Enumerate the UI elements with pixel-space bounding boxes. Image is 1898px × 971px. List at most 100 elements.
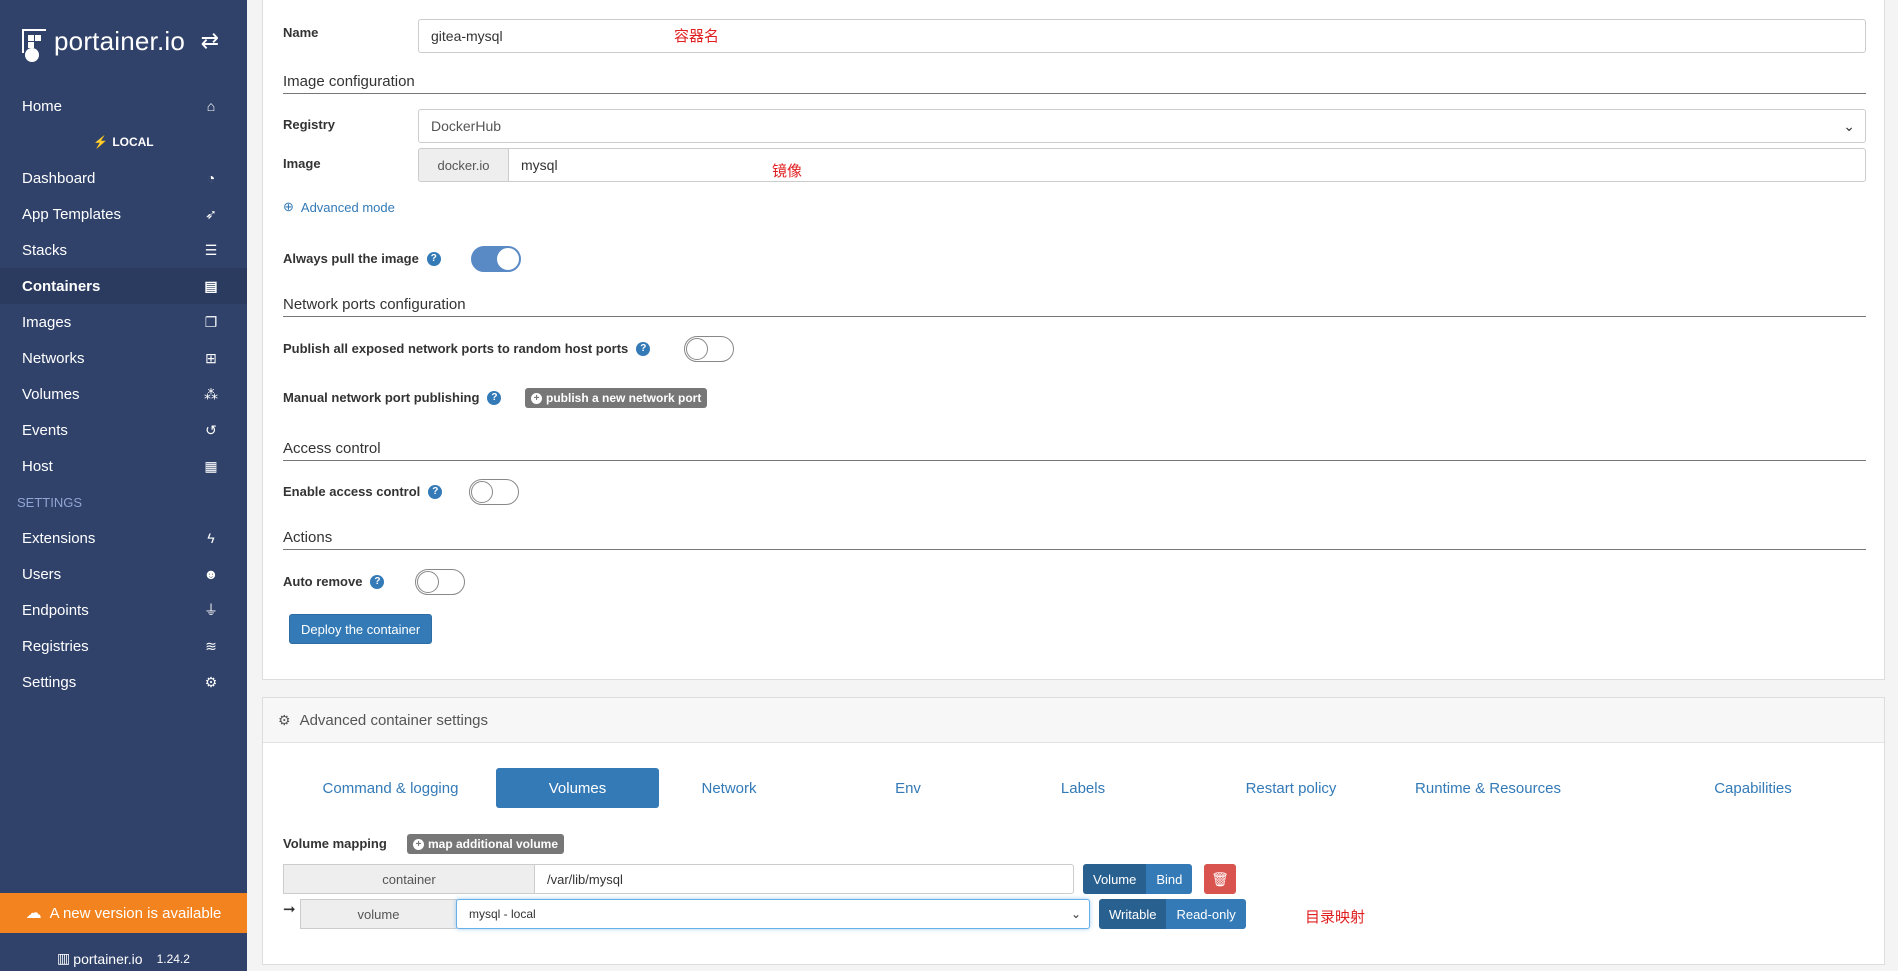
container-path-addon: container bbox=[283, 864, 535, 894]
sidebar-item-host[interactable]: Host ▦ bbox=[0, 448, 247, 484]
endpoint-label: ⚡ LOCAL bbox=[93, 135, 154, 149]
plug-icon: ⚡ bbox=[93, 135, 109, 149]
sidebar-item-extensions[interactable]: Extensions ϟ bbox=[0, 520, 247, 556]
volume-type-button[interactable]: Volume bbox=[1083, 864, 1147, 894]
portainer-small-icon: ▥ bbox=[57, 950, 71, 966]
access-control-toggle[interactable] bbox=[469, 479, 519, 505]
sidebar-item-label: Dashboard bbox=[22, 169, 96, 187]
name-input[interactable]: gitea-mysql bbox=[418, 19, 1866, 53]
image-input[interactable]: mysql bbox=[508, 148, 1866, 182]
registry-select[interactable]: DockerHub ⌄ bbox=[418, 109, 1866, 143]
cog-icon: ⚙ bbox=[278, 711, 291, 728]
sidebar-item-images[interactable]: Images ❐ bbox=[0, 304, 247, 340]
question-circle-icon[interactable]: ? bbox=[487, 390, 502, 405]
publish-new-port-button[interactable]: + publish a new network port bbox=[525, 388, 708, 408]
sidebar-item-app-templates[interactable]: App Templates ➶ bbox=[0, 196, 247, 232]
question-circle-icon[interactable]: ? bbox=[370, 574, 385, 589]
sidebar-item-label: Networks bbox=[22, 349, 85, 367]
version-label: 1.24.2 bbox=[156, 951, 190, 966]
update-notice-text: A new version is available bbox=[49, 904, 222, 922]
writable-button[interactable]: Writable bbox=[1099, 899, 1167, 929]
sidebar-item-home[interactable]: Home ⌂ bbox=[0, 88, 247, 124]
tab-env[interactable]: Env bbox=[883, 768, 933, 808]
advanced-mode-text: Advanced mode bbox=[300, 199, 395, 215]
question-circle-icon[interactable]: ? bbox=[426, 251, 441, 266]
tab-capabilities[interactable]: Capabilities bbox=[1703, 768, 1803, 808]
sidebar-item-label: Stacks bbox=[22, 241, 68, 259]
volume-select[interactable]: mysql - local ⌄ bbox=[456, 899, 1090, 929]
update-notice[interactable]: ☁ A new version is available bbox=[0, 893, 247, 933]
chevron-down-icon: ⌄ bbox=[1070, 907, 1081, 921]
sidebar-item-registries[interactable]: Registries ≋ bbox=[0, 628, 247, 664]
sidebar-item-label: Volumes bbox=[22, 385, 80, 403]
question-circle-icon[interactable]: ? bbox=[428, 484, 443, 499]
name-annotation: 容器名 bbox=[674, 28, 720, 45]
tab-restart-policy[interactable]: Restart policy bbox=[1221, 768, 1361, 808]
th-icon: ▦ bbox=[204, 457, 218, 474]
toggle-knob bbox=[471, 481, 493, 503]
bind-type-button[interactable]: Bind bbox=[1146, 864, 1193, 894]
sitemap-icon: ⊞ bbox=[205, 349, 217, 366]
question-circle-icon[interactable]: ? bbox=[636, 341, 651, 356]
sidebar-item-containers[interactable]: Containers ▤ bbox=[0, 268, 247, 304]
tab-network[interactable]: Network bbox=[689, 768, 769, 808]
sidebar-item-stacks[interactable]: Stacks ☰ bbox=[0, 232, 247, 268]
registry-row: Registry bbox=[283, 117, 335, 132]
read-only-button[interactable]: Read-only bbox=[1166, 899, 1246, 929]
history-icon: ↺ bbox=[205, 421, 217, 438]
always-pull-toggle[interactable] bbox=[471, 246, 521, 272]
swap-icon[interactable]: ⇄ bbox=[201, 28, 219, 54]
sidebar-item-label: App Templates bbox=[22, 205, 121, 223]
sidebar-item-networks[interactable]: Networks ⊞ bbox=[0, 340, 247, 376]
plus-circle-icon: + bbox=[413, 838, 424, 850]
tab-labels[interactable]: Labels bbox=[1043, 768, 1123, 808]
map-additional-volume-button[interactable]: + map additional volume bbox=[407, 834, 565, 854]
sidebar-item-events[interactable]: Events ↺ bbox=[0, 412, 247, 448]
cloud-download-icon: ☁ bbox=[25, 905, 42, 922]
access-control-title: Access control bbox=[283, 440, 1866, 461]
container-path-input[interactable]: /var/lib/mysql bbox=[534, 864, 1074, 894]
sidebar-item-label: Home bbox=[22, 97, 63, 115]
sidebar-item-label: Events bbox=[22, 421, 68, 439]
publish-all-toggle[interactable] bbox=[684, 336, 734, 362]
network-ports-title: Network ports configuration bbox=[283, 296, 1866, 317]
plug-icon: ⏚ bbox=[204, 602, 218, 618]
auto-remove-row: Auto remove ? bbox=[283, 574, 385, 589]
clone-icon: ❐ bbox=[204, 313, 218, 330]
registry-label: Registry bbox=[283, 117, 336, 132]
volume-mapping-row: Volume mapping bbox=[283, 836, 387, 851]
publish-new-port-text: publish a new network port bbox=[546, 391, 702, 405]
remove-volume-button[interactable]: 🗑 bbox=[1204, 864, 1236, 894]
access-mode-toggle: Writable Read-only bbox=[1099, 899, 1246, 929]
toggle-knob bbox=[417, 571, 439, 593]
chevron-down-icon: ⌄ bbox=[1843, 117, 1855, 134]
sidebar-item-label: Host bbox=[22, 457, 53, 475]
map-additional-text: map additional volume bbox=[428, 837, 559, 851]
manual-publish-label: Manual network port publishing bbox=[283, 390, 480, 405]
volume-mapping-label: Volume mapping bbox=[283, 836, 387, 851]
volume-type-toggle: Volume Bind bbox=[1083, 864, 1193, 894]
name-value: gitea-mysql bbox=[431, 28, 503, 44]
sidebar-item-endpoints[interactable]: Endpoints ⏚ bbox=[0, 592, 247, 628]
portainer-logo-icon bbox=[22, 29, 46, 62]
registry-value: DockerHub bbox=[431, 118, 502, 134]
sidebar-logo[interactable]: portainer.io ⇄ bbox=[0, 0, 247, 82]
sidebar-item-settings[interactable]: Settings ⚙ bbox=[0, 664, 247, 700]
tab-command-logging[interactable]: Command & logging bbox=[313, 768, 468, 808]
sidebar-item-volumes[interactable]: Volumes ⁂ bbox=[0, 376, 247, 412]
tab-volumes[interactable]: Volumes bbox=[496, 768, 659, 808]
auto-remove-toggle[interactable] bbox=[415, 569, 465, 595]
sidebar-item-users[interactable]: Users ☻ bbox=[0, 556, 247, 592]
advanced-settings-card: ⚙ Advanced container settings Command & … bbox=[262, 697, 1885, 965]
publish-all-label: Publish all exposed network ports to ran… bbox=[283, 341, 629, 356]
container-path-value: /var/lib/mysql bbox=[547, 871, 623, 887]
advanced-mode-link[interactable]: ⊕ Advanced mode bbox=[283, 199, 395, 215]
image-annotation: 镜像 bbox=[772, 163, 803, 180]
sidebar-item-dashboard[interactable]: Dashboard ◔ bbox=[0, 160, 247, 196]
deploy-container-button[interactable]: Deploy the container bbox=[289, 614, 433, 644]
publish-all-row: Publish all exposed network ports to ran… bbox=[283, 341, 651, 356]
toggle-knob bbox=[497, 248, 519, 270]
list-icon: ☰ bbox=[204, 241, 218, 258]
tab-runtime-resources[interactable]: Runtime & Resources bbox=[1398, 768, 1578, 808]
auto-remove-label: Auto remove bbox=[283, 574, 363, 589]
